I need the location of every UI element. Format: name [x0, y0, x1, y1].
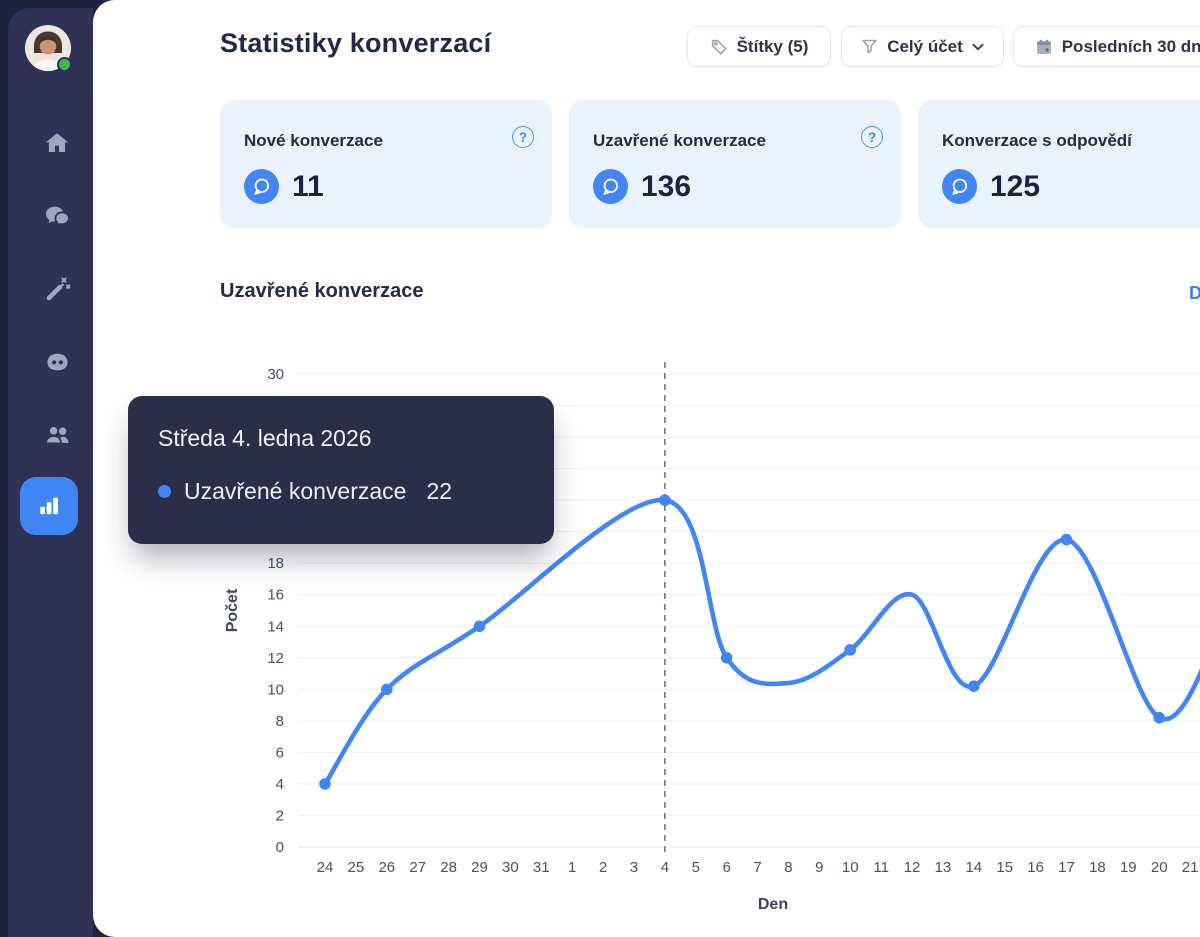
svg-text:4: 4	[276, 776, 284, 793]
app-window: Statistiky konverzací Štítky (5) Celý úč…	[0, 0, 1200, 937]
sidebar	[8, 8, 93, 937]
stat-card-value: 125	[990, 169, 1041, 203]
series-dot-icon	[158, 484, 171, 498]
home-icon	[45, 133, 69, 152]
sidebar-item-home[interactable]	[36, 122, 78, 164]
svg-text:16: 16	[1027, 859, 1044, 876]
svg-text:14: 14	[965, 859, 982, 876]
calendar-icon	[1036, 39, 1051, 54]
svg-text:0: 0	[276, 839, 284, 856]
help-icon[interactable]: ?	[861, 126, 883, 148]
svg-text:6: 6	[722, 859, 730, 876]
chat-bubble-icon	[244, 169, 279, 204]
tooltip-date: Středa 4. ledna 2026	[158, 425, 372, 451]
svg-text:2: 2	[276, 807, 284, 824]
svg-text:14: 14	[267, 618, 284, 635]
svg-text:8: 8	[784, 859, 792, 876]
svg-text:Počet: Počet	[224, 588, 241, 632]
svg-text:Den: Den	[758, 896, 788, 913]
svg-text:30: 30	[502, 859, 519, 876]
svg-text:12: 12	[904, 859, 921, 876]
svg-text:10: 10	[267, 681, 284, 698]
stat-card-title: Uzavřené konverzace	[593, 131, 766, 150]
sidebar-item-conversations[interactable]	[36, 195, 78, 237]
svg-text:7: 7	[753, 859, 761, 876]
users-icon	[44, 424, 69, 444]
sidebar-item-chatbot[interactable]	[36, 341, 78, 383]
chart-section-title: Uzavřené konverzace	[220, 280, 424, 302]
stat-card-title: Konverzace s odpovědí	[942, 131, 1132, 150]
stat-card-new-conversations: Nové konverzace ? 11	[220, 100, 552, 228]
svg-text:4: 4	[661, 859, 669, 876]
interval-selector[interactable]: Den	[1189, 283, 1200, 304]
svg-text:21: 21	[1182, 859, 1199, 876]
svg-text:31: 31	[533, 859, 550, 876]
svg-text:6: 6	[276, 744, 284, 761]
date-range-label: Posledních 30 dní	[1061, 36, 1200, 56]
magic-wand-icon	[46, 277, 70, 300]
svg-text:18: 18	[1089, 859, 1106, 876]
tags-filter-label: Štítky (5)	[736, 36, 809, 56]
svg-text:3: 3	[630, 859, 638, 876]
stat-card-value: 136	[641, 169, 692, 203]
stat-card-answered-conversations: Konverzace s odpovědí ? 125	[918, 100, 1200, 228]
chat-icon	[45, 206, 70, 227]
online-status-dot	[57, 57, 72, 72]
chat-bubble-icon	[942, 169, 977, 204]
svg-text:17: 17	[1058, 859, 1075, 876]
stat-card-closed-conversations: Uzavřené konverzace ? 136	[569, 100, 901, 228]
stat-card-title: Nové konverzace	[244, 131, 383, 150]
svg-text:28: 28	[440, 859, 457, 876]
svg-text:19: 19	[1120, 859, 1137, 876]
interval-label: Den	[1189, 283, 1200, 303]
svg-text:5: 5	[692, 859, 700, 876]
sidebar-item-contacts[interactable]	[36, 413, 78, 455]
account-filter-button[interactable]: Celý účet	[841, 26, 1004, 67]
bar-chart-icon	[40, 497, 58, 515]
svg-text:25: 25	[348, 859, 365, 876]
svg-text:1: 1	[568, 859, 576, 876]
tooltip-series-label: Uzavřené konverzace	[184, 478, 407, 504]
page-title: Statistiky konverzací	[220, 28, 492, 58]
svg-text:18: 18	[267, 555, 284, 572]
svg-text:20: 20	[1151, 859, 1168, 876]
chart-tooltip: Středa 4. ledna 2026 Uzavřené konverzace…	[128, 396, 554, 544]
tags-filter-button[interactable]: Štítky (5)	[687, 26, 831, 67]
svg-text:8: 8	[276, 713, 284, 730]
sidebar-item-statistics[interactable]	[20, 477, 78, 535]
svg-text:24: 24	[317, 859, 334, 876]
help-icon[interactable]: ?	[512, 126, 534, 148]
sidebar-item-automation[interactable]	[36, 268, 78, 310]
svg-text:2: 2	[599, 859, 607, 876]
svg-text:29: 29	[471, 859, 488, 876]
svg-text:10: 10	[842, 859, 859, 876]
user-avatar[interactable]	[25, 25, 72, 72]
svg-text:9: 9	[815, 859, 823, 876]
svg-text:15: 15	[996, 859, 1013, 876]
chevron-down-icon	[972, 43, 984, 50]
svg-text:27: 27	[409, 859, 426, 876]
svg-text:26: 26	[378, 859, 395, 876]
robot-icon	[47, 353, 67, 370]
tooltip-series-value: 22	[426, 478, 453, 504]
chat-bubble-icon	[593, 169, 628, 204]
svg-text:30: 30	[267, 366, 284, 383]
filter-icon	[862, 39, 877, 54]
tag-icon	[711, 39, 727, 54]
svg-text:13: 13	[935, 859, 952, 876]
date-range-button[interactable]: Posledních 30 dní	[1013, 26, 1200, 67]
svg-text:11: 11	[873, 859, 889, 876]
stat-card-value: 11	[292, 169, 324, 203]
account-filter-label: Celý účet	[887, 36, 963, 56]
svg-text:12: 12	[267, 650, 284, 667]
svg-text:16: 16	[267, 587, 284, 604]
